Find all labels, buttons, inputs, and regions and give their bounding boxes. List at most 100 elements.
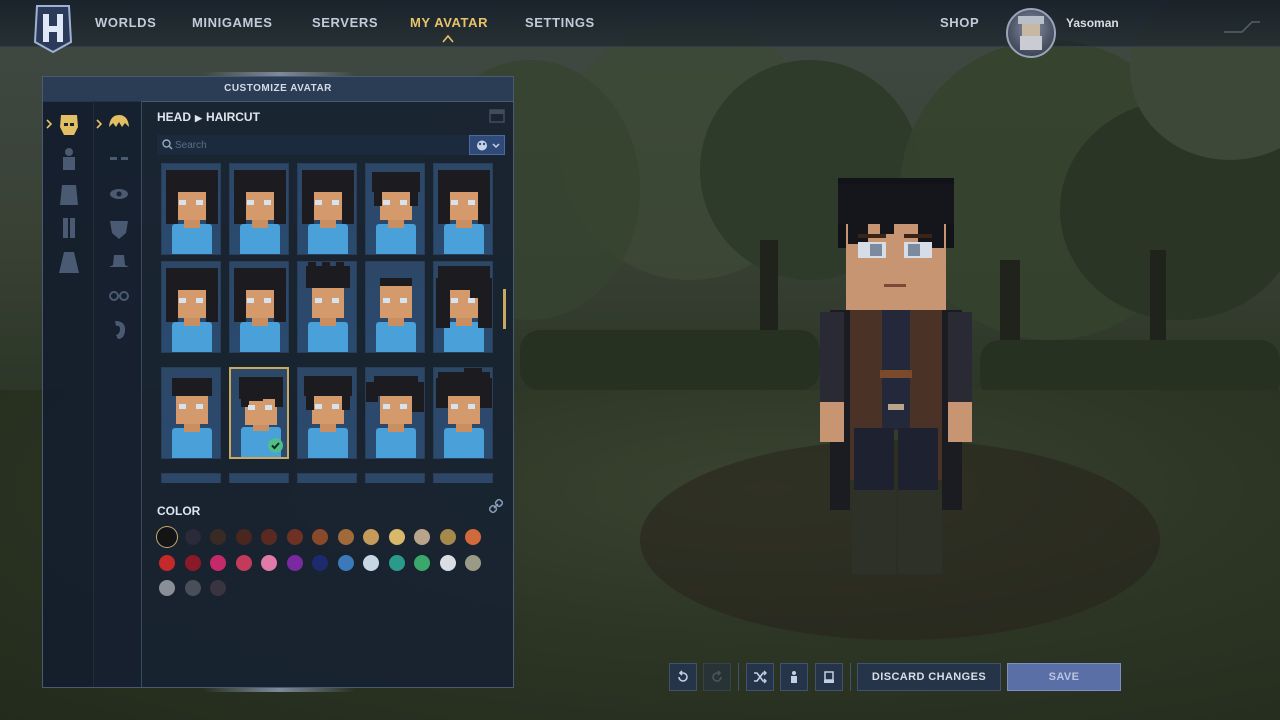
haircut-option[interactable] xyxy=(161,367,221,459)
eyebrows-subcategory-icon[interactable] xyxy=(106,146,132,172)
undo-button[interactable] xyxy=(669,663,697,691)
color-swatch[interactable] xyxy=(184,554,201,571)
palette-icon xyxy=(477,140,487,151)
discard-changes-button[interactable]: DISCARD CHANGES xyxy=(857,663,1001,691)
eyes-subcategory-icon[interactable] xyxy=(106,181,132,207)
randomize-outfit-button[interactable] xyxy=(780,663,808,691)
link-colors-icon[interactable] xyxy=(489,499,503,513)
color-swatch[interactable] xyxy=(159,529,175,545)
undo-icon xyxy=(678,670,688,682)
color-swatch[interactable] xyxy=(261,554,277,571)
color-swatch[interactable] xyxy=(337,529,354,545)
color-swatch[interactable] xyxy=(465,554,481,571)
haircut-option[interactable] xyxy=(365,163,425,255)
grid-scrollbar[interactable] xyxy=(503,289,506,329)
color-swatch[interactable] xyxy=(210,554,226,571)
color-swatch[interactable] xyxy=(235,529,252,545)
color-swatch[interactable] xyxy=(414,554,430,571)
nav-settings[interactable]: SETTINGS xyxy=(525,15,595,30)
hytale-logo-icon[interactable] xyxy=(33,4,73,54)
selected-check-icon xyxy=(268,438,283,453)
haircut-option[interactable] xyxy=(297,163,357,255)
color-swatch[interactable] xyxy=(363,554,379,571)
color-swatch[interactable] xyxy=(439,529,456,545)
color-swatch[interactable] xyxy=(210,529,226,545)
legs-category-icon[interactable] xyxy=(56,215,82,241)
color-swatch[interactable] xyxy=(261,529,277,545)
beard-subcategory-icon[interactable] xyxy=(106,215,132,241)
chevron-right-icon xyxy=(46,119,52,129)
shuffle-button[interactable] xyxy=(746,663,774,691)
randomize-head-icon xyxy=(824,671,834,683)
haircut-option[interactable] xyxy=(161,163,221,255)
username-label[interactable]: Yasoman xyxy=(1066,16,1119,30)
haircut-option[interactable] xyxy=(229,261,289,353)
haircut-option[interactable] xyxy=(161,261,221,353)
cape-category-icon[interactable] xyxy=(56,249,82,275)
avatar-preview[interactable] xyxy=(818,178,974,578)
color-swatch[interactable] xyxy=(159,580,175,596)
shuffle-icon xyxy=(754,670,767,684)
ear-subcategory-icon[interactable] xyxy=(106,317,132,343)
color-swatch[interactable] xyxy=(414,529,430,545)
corner-ornament-icon xyxy=(1224,21,1260,33)
hat-subcategory-icon[interactable] xyxy=(106,249,132,275)
nav-worlds[interactable]: WORLDS xyxy=(95,15,156,30)
redo-button[interactable] xyxy=(703,663,731,691)
color-swatch[interactable] xyxy=(337,554,354,571)
haircut-option[interactable] xyxy=(433,473,493,483)
randomize-head-button[interactable] xyxy=(815,663,843,691)
haircut-subcategory-icon[interactable] xyxy=(106,111,132,137)
haircut-option[interactable] xyxy=(433,367,493,459)
color-swatch[interactable] xyxy=(439,554,456,571)
color-swatch[interactable] xyxy=(312,554,328,571)
haircut-option[interactable] xyxy=(433,261,493,353)
filter-button[interactable] xyxy=(469,135,505,155)
haircut-option[interactable] xyxy=(297,367,357,459)
haircut-option[interactable] xyxy=(433,163,493,255)
color-swatch[interactable] xyxy=(286,554,303,571)
breadcrumb-subcategory: HAIRCUT xyxy=(205,110,260,124)
haircut-option[interactable] xyxy=(365,261,425,353)
panel-title: CUSTOMIZE AVATAR xyxy=(224,83,332,94)
color-swatch[interactable] xyxy=(235,554,252,571)
panel-header: CUSTOMIZE AVATAR xyxy=(43,77,513,102)
active-tab-indicator-icon xyxy=(442,34,454,43)
color-swatch[interactable] xyxy=(210,580,226,596)
haircut-option[interactable] xyxy=(229,367,289,459)
color-swatch[interactable] xyxy=(184,529,201,545)
head-category-icon[interactable] xyxy=(56,111,82,137)
color-swatch[interactable] xyxy=(388,554,405,571)
save-button[interactable]: SAVE xyxy=(1007,663,1121,691)
nav-servers[interactable]: SERVERS xyxy=(312,15,378,30)
glasses-subcategory-icon[interactable] xyxy=(106,283,132,309)
nav-my-avatar[interactable]: MY AVATAR xyxy=(410,15,488,30)
haircut-option[interactable] xyxy=(161,473,221,483)
haircut-option[interactable] xyxy=(229,473,289,483)
outfit-category-icon[interactable] xyxy=(56,181,82,207)
color-swatch[interactable] xyxy=(363,529,379,545)
haircut-option[interactable] xyxy=(297,261,357,353)
color-swatch[interactable] xyxy=(184,580,201,596)
body-category-icon[interactable] xyxy=(56,146,82,172)
user-avatar[interactable] xyxy=(1006,8,1056,58)
search-input[interactable] xyxy=(157,135,469,155)
nav-shop[interactable]: SHOP xyxy=(940,15,979,30)
haircut-option[interactable] xyxy=(365,367,425,459)
toolbar-divider xyxy=(850,663,851,691)
color-swatch[interactable] xyxy=(465,529,481,545)
haircut-option[interactable] xyxy=(297,473,357,483)
color-swatch[interactable] xyxy=(286,529,303,545)
color-swatch[interactable] xyxy=(312,529,328,545)
color-swatch[interactable] xyxy=(388,529,405,545)
haircut-option[interactable] xyxy=(365,473,425,483)
nav-minigames[interactable]: MINIGAMES xyxy=(192,15,273,30)
panel-top-ornament xyxy=(203,72,355,76)
breadcrumb-category[interactable]: HEAD xyxy=(157,110,191,124)
panel-bottom-ornament xyxy=(203,688,355,692)
haircut-option[interactable] xyxy=(229,163,289,255)
color-swatch[interactable] xyxy=(159,554,175,571)
preview-toggle-icon[interactable] xyxy=(489,109,505,123)
top-navigation-bar: WORLDS MINIGAMES SERVERS MY AVATAR SETTI… xyxy=(0,0,1280,58)
chevron-down-icon xyxy=(492,143,500,149)
